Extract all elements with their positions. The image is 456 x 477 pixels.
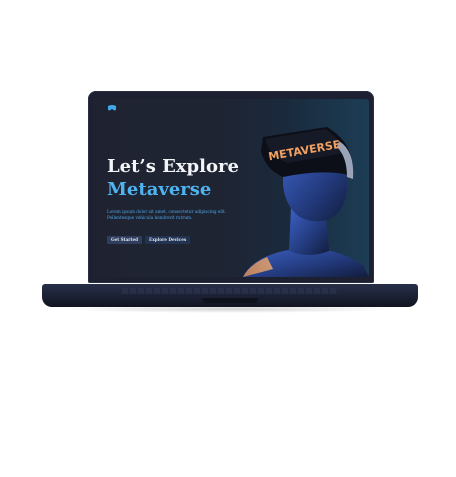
headline-line-1: Let’s Explore bbox=[107, 156, 239, 177]
vr-figure-image: METAVERSE bbox=[243, 127, 369, 277]
get-started-button[interactable]: Get Started bbox=[107, 236, 143, 244]
explore-devices-button[interactable]: Explore Devices bbox=[145, 236, 191, 244]
headline-line-2: Metaverse bbox=[107, 179, 212, 200]
keyboard bbox=[122, 288, 338, 294]
page-title: Let’s Explore Metaverse bbox=[107, 155, 239, 201]
vr-headset-logo-icon[interactable] bbox=[107, 104, 117, 112]
hero-description: Lorem ipsum dolor sit amet, consectetur … bbox=[107, 209, 227, 220]
laptop-base bbox=[42, 284, 418, 307]
laptop-screen: Let’s Explore Metaverse Lorem ipsum dolo… bbox=[93, 99, 369, 277]
laptop-lid: Let’s Explore Metaverse Lorem ipsum dolo… bbox=[88, 91, 374, 283]
laptop-notch bbox=[202, 298, 258, 303]
